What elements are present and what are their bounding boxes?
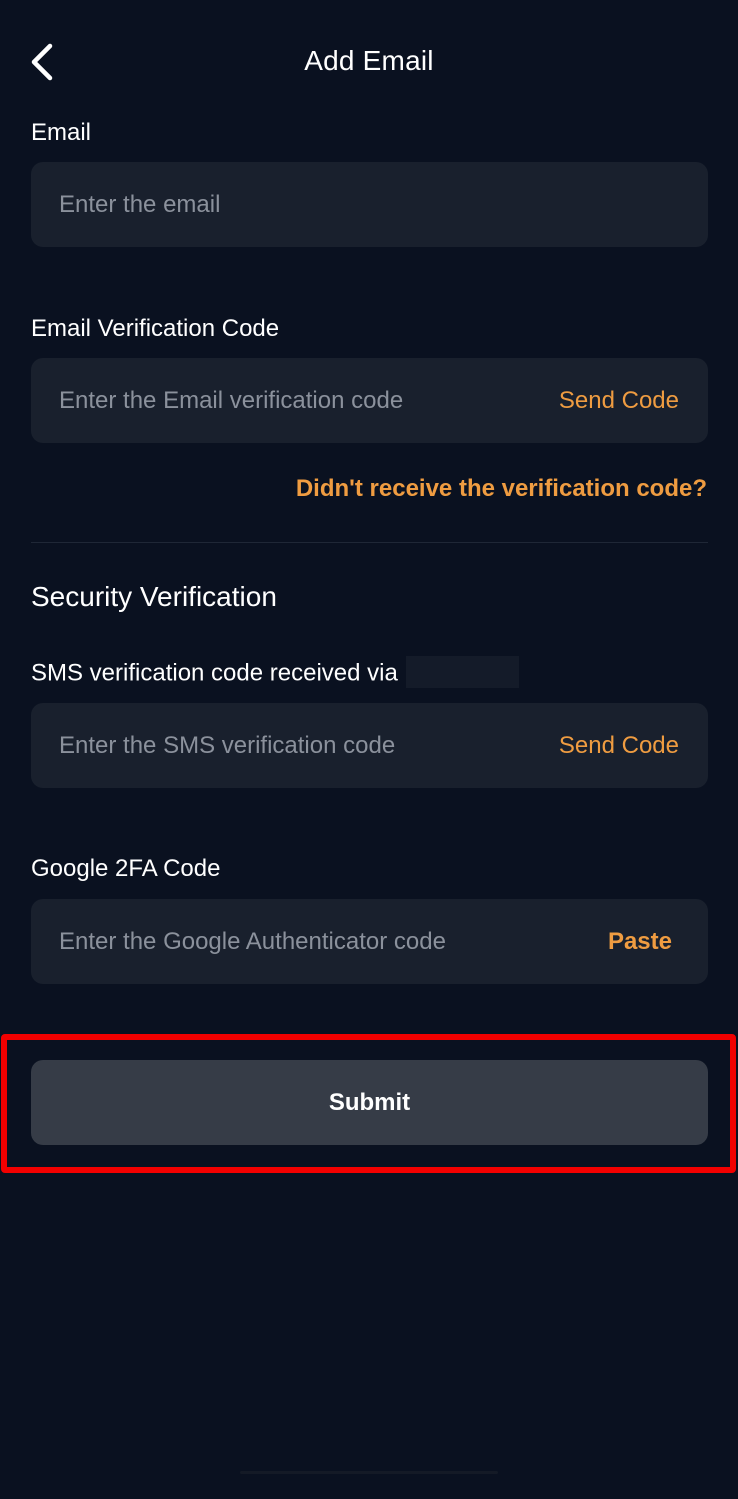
submit-button[interactable]: Submit xyxy=(31,1060,708,1145)
sms-code-input[interactable] xyxy=(59,703,519,788)
email-code-field-container: Send Code xyxy=(31,358,708,443)
header: Add Email xyxy=(0,0,738,124)
google-2fa-input[interactable] xyxy=(59,899,519,984)
paste-button[interactable]: Paste xyxy=(608,899,672,984)
google-2fa-label: Google 2FA Code xyxy=(31,855,221,882)
email-code-label: Email Verification Code xyxy=(31,315,280,342)
home-indicator xyxy=(240,1471,498,1474)
email-label: Email xyxy=(31,119,92,146)
email-send-code-button[interactable]: Send Code xyxy=(559,358,679,443)
add-email-screen: Add Email Email Email Verification Code … xyxy=(0,0,738,1499)
section-divider xyxy=(31,542,708,543)
didnt-receive-code-link[interactable]: Didn't receive the verification code? xyxy=(296,474,707,504)
email-code-input[interactable] xyxy=(59,358,519,443)
security-verification-title: Security Verification xyxy=(31,581,277,612)
page-title: Add Email xyxy=(304,45,434,76)
sms-code-field-container: Send Code xyxy=(31,703,708,788)
google-2fa-field-container: Paste xyxy=(31,899,708,984)
email-field-container xyxy=(31,162,708,247)
sms-label-row: SMS verification code received via xyxy=(31,656,519,690)
masked-phone-number xyxy=(405,656,519,688)
email-input[interactable] xyxy=(59,162,679,247)
sms-label: SMS verification code received via xyxy=(31,659,398,687)
sms-send-code-button[interactable]: Send Code xyxy=(559,703,679,788)
